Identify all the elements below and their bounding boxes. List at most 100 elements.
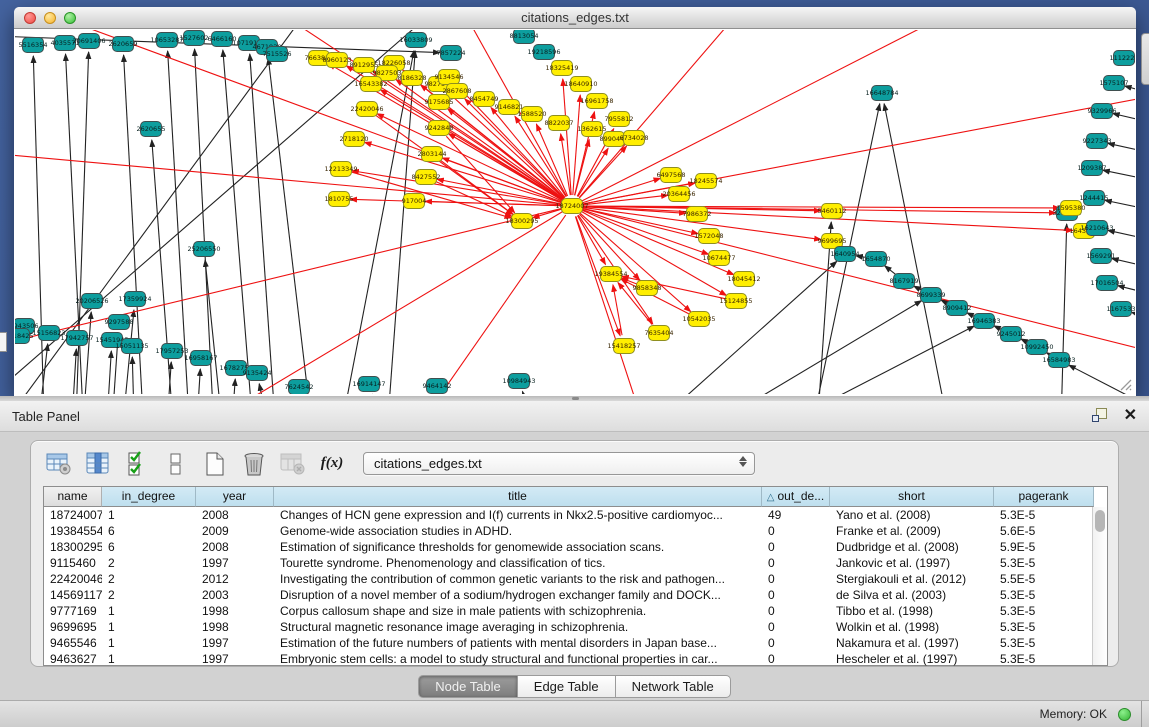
graph-node[interactable]: 1810755 xyxy=(325,192,354,207)
graph-node[interactable]: 8427552 xyxy=(412,170,441,185)
memory-status-indicator[interactable] xyxy=(1118,708,1131,721)
table-row[interactable]: 2242004622012Investigating the contribut… xyxy=(44,571,1107,587)
graph-node[interactable]: 16033809 xyxy=(399,33,432,48)
graph-node[interactable]: 1527602 xyxy=(180,31,209,46)
graph-node[interactable]: 1640954 xyxy=(831,247,860,262)
show-columns-button[interactable] xyxy=(84,451,112,477)
graph-node[interactable]: 18245574 xyxy=(689,174,722,189)
column-header-name[interactable]: name xyxy=(44,487,102,507)
graph-node[interactable]: 5516354 xyxy=(19,38,48,53)
graph-node[interactable]: 10542035 xyxy=(682,312,715,327)
table-row[interactable]: 1938455462009Genome-wide association stu… xyxy=(44,523,1107,539)
graph-node[interactable]: 7635404 xyxy=(645,326,674,341)
network-canvas[interactable]: 5516354403557120691406262065910653287152… xyxy=(15,30,1135,394)
row-options-button[interactable] xyxy=(162,451,190,477)
graph-node[interactable]: 5460112 xyxy=(818,204,847,219)
window-titlebar[interactable]: citations_edges.txt xyxy=(14,7,1136,29)
graph-node[interactable]: 8167919 xyxy=(890,274,919,289)
splitter-handle[interactable] xyxy=(572,397,579,400)
graph-node[interactable]: 7857224 xyxy=(437,46,466,61)
graph-node[interactable]: 15418257 xyxy=(607,339,640,354)
resize-grip[interactable] xyxy=(1118,377,1132,391)
select-columns-button[interactable] xyxy=(123,451,151,477)
graph-node[interactable]: 17016504 xyxy=(1090,276,1123,291)
graph-node[interactable]: 1654870 xyxy=(862,252,891,267)
graph-node[interactable]: 2718120 xyxy=(340,132,369,147)
table-row[interactable]: 946362711997Embryonic stem cells: a mode… xyxy=(44,651,1107,667)
graph-node[interactable]: 9134546 xyxy=(435,70,464,85)
column-header-pagerank[interactable]: pagerank xyxy=(994,487,1094,507)
graph-node[interactable]: 9175685 xyxy=(425,95,454,110)
graph-node[interactable]: 9329966 xyxy=(1088,104,1117,119)
graph-node[interactable]: 7515526 xyxy=(263,47,292,62)
graph-node[interactable]: 9858348 xyxy=(633,281,662,296)
scrollbar-thumb[interactable] xyxy=(1095,510,1105,532)
column-header-in_degree[interactable]: in_degree xyxy=(102,487,196,507)
graph-node[interactable]: 8909412 xyxy=(943,301,972,316)
graph-node[interactable]: 2803144 xyxy=(418,147,447,162)
column-header-short[interactable]: short xyxy=(830,487,994,507)
graph-node[interactable]: 19218596 xyxy=(527,45,560,60)
close-button[interactable] xyxy=(24,12,36,24)
graph-node[interactable]: 1167533 xyxy=(1107,302,1135,317)
graph-node[interactable]: 9245012 xyxy=(997,327,1026,342)
graph-node[interactable]: 15124855 xyxy=(719,294,752,309)
graph-node[interactable]: 18325419 xyxy=(545,61,578,76)
column-header-out_de[interactable]: △out_de... xyxy=(762,487,830,507)
graph-node[interactable]: 9242848 xyxy=(425,121,454,136)
graph-node[interactable]: 1244415 xyxy=(1080,191,1109,206)
graph-node[interactable]: 8960123 xyxy=(323,53,352,68)
graph-node[interactable]: 8699339 xyxy=(917,288,946,303)
graph-node[interactable]: 7624542 xyxy=(285,380,314,395)
table-selector-dropdown[interactable]: citations_edges.txt xyxy=(363,452,755,475)
graph-node[interactable]: 1572048 xyxy=(695,229,724,244)
table-row[interactable]: 911546021997Tourette syndrome. Phenomeno… xyxy=(44,555,1107,571)
minimize-button[interactable] xyxy=(44,12,56,24)
graph-node[interactable]: 2620655 xyxy=(137,122,166,137)
graph-node[interactable]: 10984943 xyxy=(502,374,535,389)
graph-node[interactable]: 9297588 xyxy=(105,315,134,330)
graph-node[interactable]: 12213349 xyxy=(324,162,357,177)
tab-edge-table[interactable]: Edge Table xyxy=(518,675,616,698)
graph-node[interactable]: 16961758 xyxy=(580,94,613,109)
graph-node[interactable]: 7986372 xyxy=(683,207,712,222)
table-row[interactable]: 1872400712008Changes of HCN gene express… xyxy=(44,507,1107,523)
graph-node[interactable]: 8186328 xyxy=(398,71,427,86)
delete-column-icon[interactable] xyxy=(240,451,268,477)
tab-network-table[interactable]: Network Table xyxy=(616,675,731,698)
graph-node[interactable]: 9464142 xyxy=(423,379,452,394)
table-row[interactable]: 977716911998Corpus callosum shape and si… xyxy=(44,603,1107,619)
graph-node[interactable]: 1575107 xyxy=(1100,76,1129,91)
table-row[interactable]: 1830029562008Estimation of significance … xyxy=(44,539,1107,555)
graph-node[interactable]: 18640910 xyxy=(564,77,597,92)
table-row[interactable]: 969969511998Structural magnetic resonanc… xyxy=(44,619,1107,635)
graph-node[interactable]: 16914147 xyxy=(352,377,385,392)
graph-node[interactable]: 16648784 xyxy=(865,86,898,101)
graph-node[interactable]: 8813054 xyxy=(510,30,539,44)
column-header-year[interactable]: year xyxy=(196,487,274,507)
graph-node[interactable]: 16958167 xyxy=(184,351,217,366)
function-builder-icon[interactable]: f(x) xyxy=(318,451,346,477)
graph-node[interactable]: 1569291 xyxy=(1087,249,1116,264)
zoom-button[interactable] xyxy=(64,12,76,24)
graph-node[interactable]: 7955812 xyxy=(605,112,634,127)
graph-node[interactable]: 1595380 xyxy=(1057,201,1086,216)
graph-node[interactable]: 1112228 xyxy=(1110,51,1135,66)
table-row[interactable]: 946554611997Estimation of the future num… xyxy=(44,635,1107,651)
table-row[interactable]: 1456911722003Disruption of a novel membe… xyxy=(44,587,1107,603)
graph-node[interactable]: 6734028 xyxy=(620,131,649,146)
column-header-title[interactable]: title xyxy=(274,487,762,507)
close-panel-icon[interactable]: ✕ xyxy=(1124,408,1137,424)
create-column-icon[interactable] xyxy=(201,451,229,477)
graph-node[interactable]: 2620659 xyxy=(109,37,138,52)
graph-node[interactable]: 6497568 xyxy=(657,168,686,183)
graph-node[interactable]: 9227343 xyxy=(1083,134,1112,149)
graph-node[interactable]: 1209387 xyxy=(1078,161,1107,176)
graph-node[interactable]: 917004 xyxy=(402,194,427,209)
vertical-scrollbar[interactable] xyxy=(1092,507,1107,665)
tab-node-table[interactable]: Node Table xyxy=(418,675,518,698)
graph-node[interactable]: 1588520 xyxy=(518,107,547,122)
graph-node[interactable]: 8822037 xyxy=(545,116,574,131)
table-mode-button[interactable] xyxy=(45,451,73,477)
graph-node[interactable]: 17359924 xyxy=(118,292,151,307)
